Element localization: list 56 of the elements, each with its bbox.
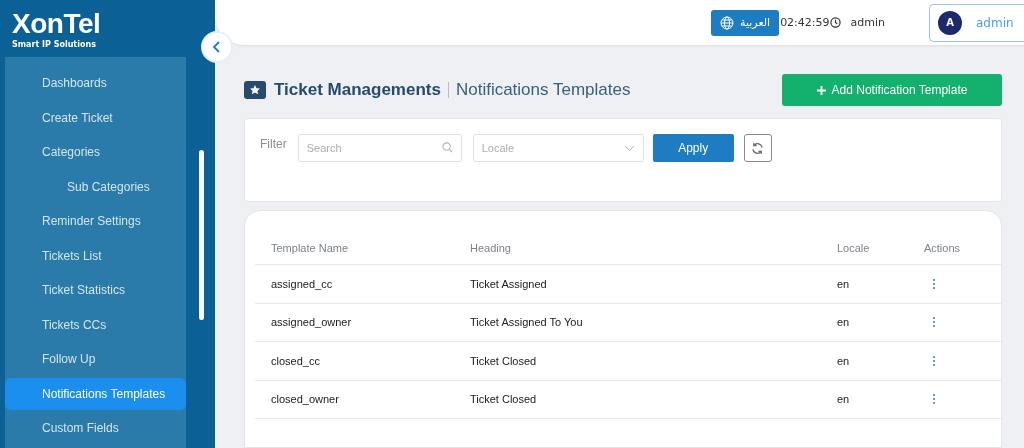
more-icon[interactable] [932, 316, 936, 329]
table-cell-text: Ticket Closed [469, 354, 538, 367]
scrollbar-thumb[interactable] [199, 150, 204, 320]
apply-button[interactable]: Apply [652, 134, 734, 162]
chevron-down-icon [623, 144, 635, 152]
more-icon[interactable] [932, 393, 936, 406]
sidebar-item[interactable]: Create Ticket [5, 101, 186, 134]
locale-dropdown[interactable]: Locale [472, 134, 644, 162]
refresh-icon [751, 141, 765, 155]
table-cell-text: en [836, 316, 851, 329]
table-cell-text: en [836, 393, 851, 406]
plus-icon [816, 85, 826, 95]
more-icon[interactable] [932, 354, 936, 367]
sidebar-item[interactable]: Ticket Statistics [5, 274, 186, 306]
table-cell-text: Ticket Assigned To You [469, 316, 584, 329]
more-icon[interactable] [932, 277, 936, 290]
refresh-button[interactable] [743, 134, 772, 162]
page-subtitle: Notifications Templates [455, 80, 631, 100]
table-cell-text: Ticket Assigned [469, 277, 548, 290]
table-cell-text: closed_cc [270, 354, 321, 367]
clock-time: 02:42:59 [780, 16, 830, 29]
username: admin [850, 16, 885, 29]
chevron-left-icon [211, 40, 223, 54]
sidebar-item[interactable]: Notifications Templates [5, 377, 186, 410]
column-header: Actions [922, 241, 961, 254]
column-header: Template Name [270, 241, 350, 254]
page-title: Ticket Managements [274, 80, 441, 100]
search-icon [441, 142, 453, 153]
star-ticket-icon [244, 79, 266, 101]
user-avatar: A [938, 10, 962, 35]
sidebar-item[interactable]: Custom Fields [5, 412, 186, 444]
column-header: Heading [469, 241, 512, 254]
table-cell-text: en [836, 277, 851, 290]
sidebar-item[interactable]: Dashboards [5, 67, 186, 99]
table-cell-text: assigned_cc [270, 277, 334, 290]
table-cell-text: Ticket Closed [469, 393, 538, 406]
language-button[interactable]: العربية [711, 9, 780, 36]
sidebar-item[interactable]: Tickets List [5, 239, 186, 272]
logo-wordmark: XonTel [12, 8, 102, 40]
filter-label: Filter [260, 137, 287, 151]
sidebar-item[interactable]: Follow Up [5, 343, 186, 375]
logo-tagline: Smart IP Solutions [12, 40, 97, 49]
add-template-button[interactable]: Add Notification Template [782, 74, 1002, 106]
table-cell-text: assigned_owner [270, 316, 353, 329]
table-cell-text: closed_owner [270, 393, 340, 406]
clock-icon [829, 17, 841, 28]
sidebar-item[interactable]: Tickets CCs [5, 308, 186, 341]
column-header: Locale [836, 241, 871, 254]
globe-icon [720, 15, 735, 30]
user-name: admin [976, 15, 1014, 30]
sidebar-item[interactable]: Categories [5, 136, 186, 168]
sidebar-item[interactable]: Sub Categories [5, 170, 186, 203]
search-field[interactable]: Search [297, 134, 462, 162]
table-cell-text: en [836, 354, 851, 367]
user-menu[interactable]: A admin [929, 3, 1024, 42]
sidebar-item[interactable]: Reminder Settings [5, 205, 186, 237]
